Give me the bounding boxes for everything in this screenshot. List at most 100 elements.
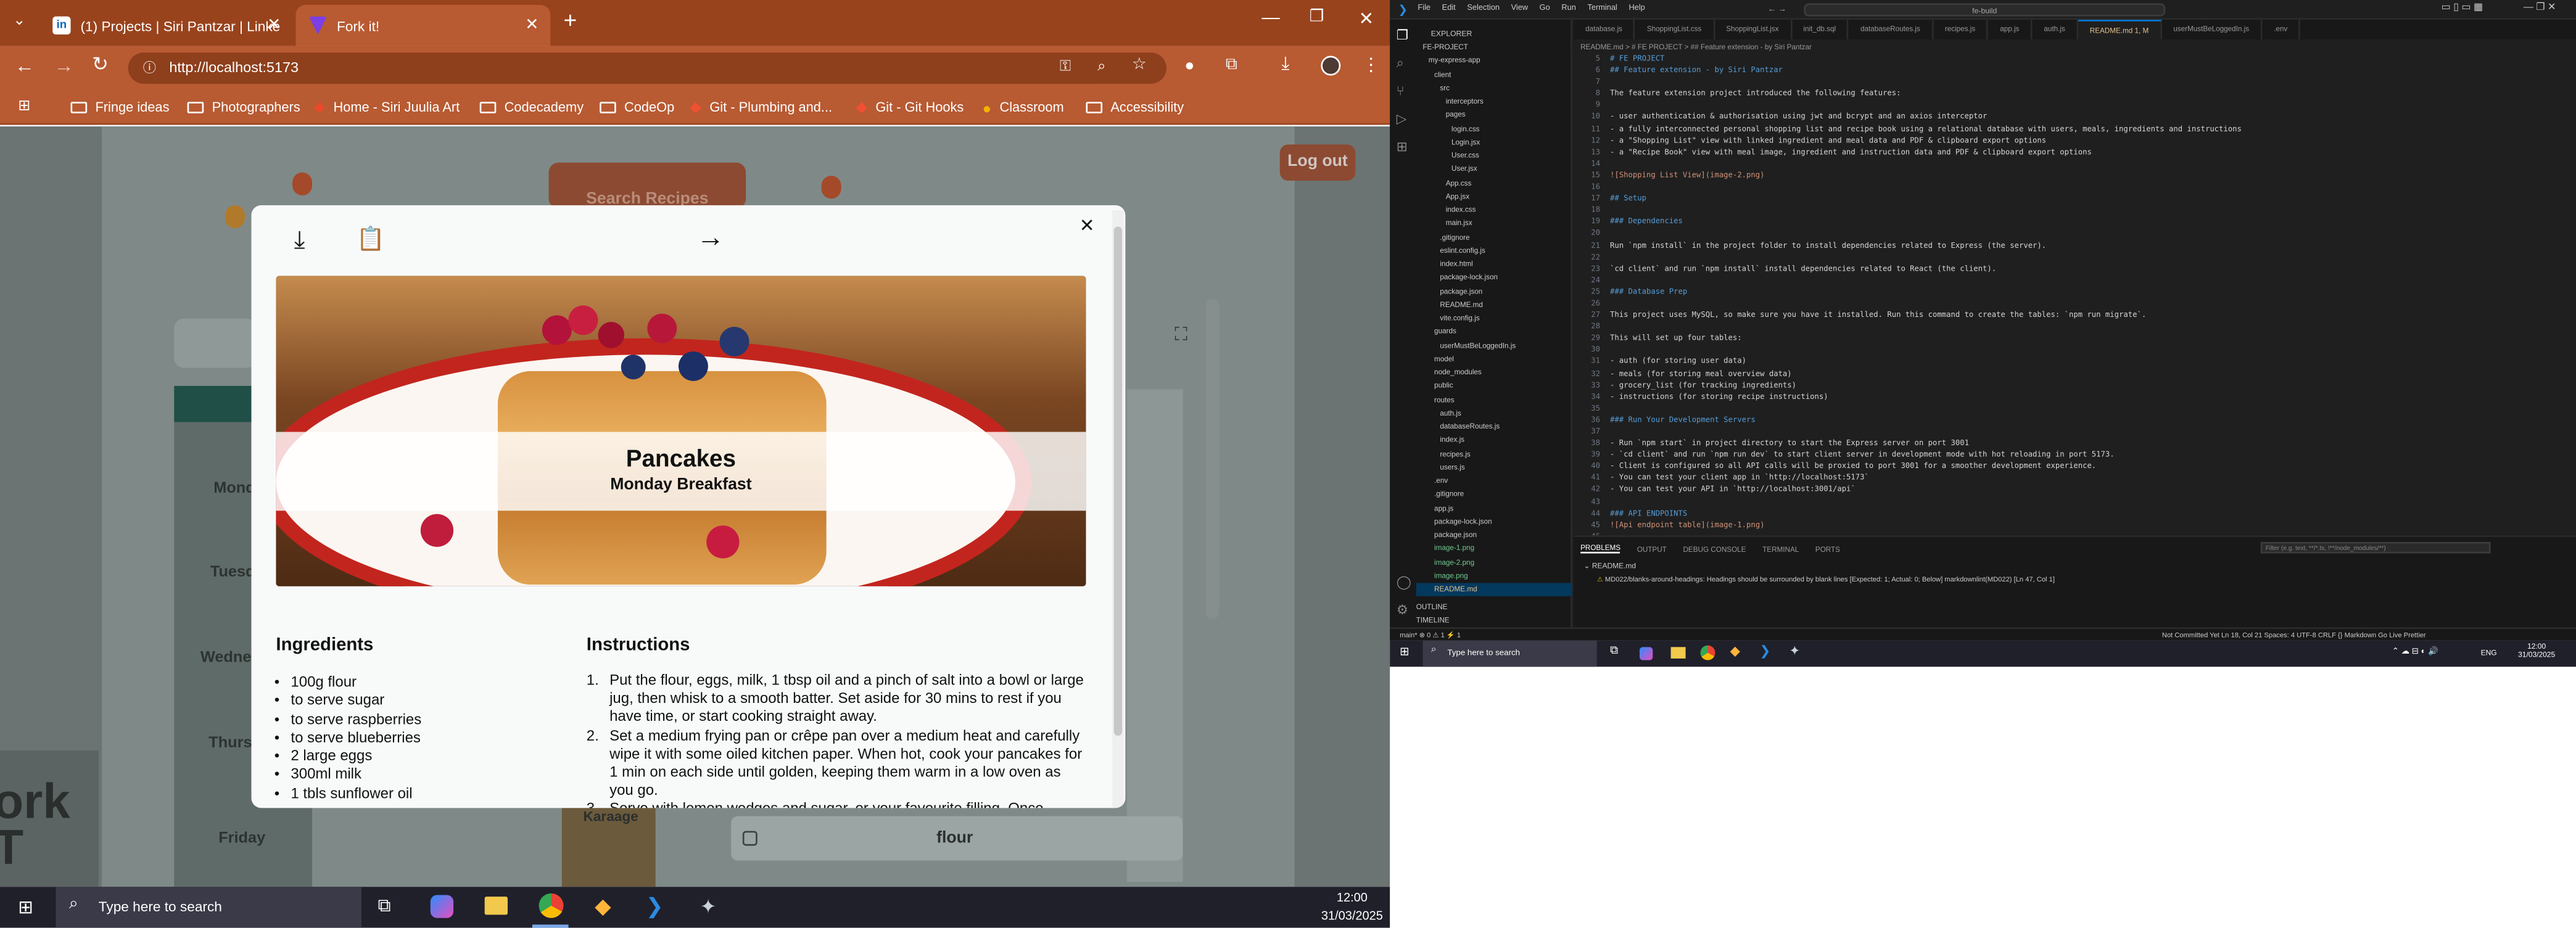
clipboard-icon[interactable]: 📋 [357, 225, 385, 253]
menu-item[interactable]: Selection [1467, 5, 1500, 13]
search-icon[interactable]: ⌕ [1397, 56, 1404, 73]
new-tab-icon[interactable]: + [564, 7, 577, 33]
tree-item[interactable]: client [1416, 68, 1572, 82]
tree-item[interactable]: main.jsx [1416, 217, 1572, 231]
editor-tab[interactable]: ShoppingList.jsx [1715, 19, 1792, 39]
code-line[interactable]: - Client is configured so all API calls … [1610, 462, 2242, 474]
bookmark-codecademy[interactable]: Codecademy [479, 92, 584, 123]
code-line[interactable]: The feature extension project introduced… [1610, 89, 2242, 101]
bookmark-codeop[interactable]: CodeOp [600, 92, 674, 123]
status-left[interactable]: main* ⊗ 0 ⚠ 1 ⚡ 1 [1400, 631, 1461, 641]
tree-item[interactable]: interceptors [1416, 95, 1572, 109]
panel-tab[interactable]: PROBLEMS [1580, 544, 1621, 554]
vscode-icon[interactable]: ❯ [646, 893, 664, 920]
tree-item[interactable]: README.md [1416, 298, 1572, 312]
layout-icons[interactable]: ▭ ▯ ▭ ▦ [2442, 2, 2483, 14]
editor-tab[interactable]: userMustBeLoggedIn.js [2162, 19, 2263, 39]
address-bar[interactable]: ⓘ http://localhost:5173 ⚿ ⌕ ☆ [128, 52, 1166, 84]
tree-item[interactable]: .gitignore [1416, 231, 1572, 244]
reload-icon[interactable]: ↻ [92, 52, 109, 75]
app-icon[interactable]: ✦ [700, 895, 717, 918]
code-line[interactable]: - grocery_list (for tracking ingredients… [1610, 380, 2242, 392]
tree-item[interactable]: auth.js [1416, 407, 1572, 421]
bookmark-classroom[interactable]: ● Classroom [983, 92, 1064, 123]
tree-item[interactable]: src [1416, 81, 1572, 95]
code-line[interactable]: ### Run Your Development Servers [1610, 416, 2242, 427]
tree-item[interactable]: App.css [1416, 176, 1572, 190]
restore-icon[interactable]: ❐ [1310, 8, 1324, 26]
system-tray-icons[interactable]: ⌃ ☁ ⊟ ◐ 🔊 [2392, 647, 2438, 657]
code-line[interactable] [1610, 183, 2242, 194]
bookmark-git-plumbing[interactable]: ◆ Git - Plumbing and... [690, 92, 833, 123]
code-line[interactable] [1610, 345, 2242, 357]
timeline-section[interactable]: TIMELINE [1416, 614, 1572, 627]
tree-item[interactable]: Login.jsx [1416, 136, 1572, 149]
tree-item[interactable]: image.png [1416, 569, 1572, 583]
code-line[interactable]: This will set up four tables: [1610, 334, 2242, 345]
code-line[interactable]: - meals (for storing meal overview data) [1610, 369, 2242, 380]
bookmark-star-icon[interactable]: ☆ [1132, 56, 1147, 74]
account-icon[interactable]: ◯ [1397, 575, 1411, 589]
profile-icon[interactable]: ● [1184, 57, 1194, 75]
menu-item[interactable]: Help [1629, 5, 1645, 13]
tree-item[interactable]: vite.config.js [1416, 312, 1572, 326]
tree-item[interactable]: .gitignore [1416, 488, 1572, 502]
tree-item[interactable]: recipes.js [1416, 448, 1572, 461]
code-line[interactable]: ![Shopping List View](image-2.png) [1610, 171, 2242, 183]
code-line[interactable]: - a fully interconnected personal shoppi… [1610, 124, 2242, 136]
taskbar-clock[interactable]: 12:00 31/03/2025 [2507, 642, 2566, 659]
modal-scrollbar-thumb[interactable] [1113, 226, 1123, 736]
tab-fork-it[interactable]: Fork it! ✕ [295, 4, 551, 46]
explorer-icon[interactable]: ❐ [1397, 28, 1408, 43]
app-icon[interactable]: ✦ [1789, 644, 1800, 659]
ingredient-checkbox[interactable] [742, 831, 758, 846]
tree-item[interactable]: image-1.png [1416, 543, 1572, 556]
close-modal-icon[interactable]: ✕ [1080, 215, 1095, 237]
editor-tab[interactable]: app.js [1989, 19, 2033, 39]
panel-tab[interactable]: TERMINAL [1762, 544, 1799, 552]
code-line[interactable] [1610, 299, 2242, 311]
close-tab-icon[interactable]: ✕ [525, 17, 539, 35]
tree-item[interactable]: pages [1416, 109, 1572, 122]
menu-item[interactable]: Run [1561, 5, 1575, 13]
tree-item[interactable]: public [1416, 380, 1572, 393]
windows-start-icon[interactable]: ⊞ [1400, 646, 1410, 659]
menu-icon[interactable]: ⋮ [1362, 54, 1380, 76]
code-line[interactable]: ![Api endpoint table](image-1.png) [1610, 520, 2242, 532]
logout-button[interactable]: Log out [1279, 144, 1356, 181]
code-line[interactable] [1610, 276, 2242, 287]
tree-item[interactable]: package.json [1416, 529, 1572, 543]
tree-item[interactable]: routes [1416, 393, 1572, 407]
code-line[interactable]: - a "Recipe Book" view with meal image, … [1610, 147, 2242, 159]
run-debug-icon[interactable]: ▷ [1397, 112, 1406, 126]
tree-item[interactable]: userMustBeLoggedIn.js [1416, 339, 1572, 353]
close-window-icon[interactable]: ✕ [1359, 8, 1374, 30]
tree-item[interactable]: users.js [1416, 461, 1572, 475]
task-view-icon[interactable]: ⧉ [378, 897, 391, 918]
code-line[interactable]: - `cd client` and run `npm run dev` to s… [1610, 450, 2242, 462]
code-line[interactable] [1610, 205, 2242, 217]
tree-item[interactable]: README.md [1416, 583, 1572, 597]
tree-item[interactable]: node_modules [1416, 366, 1572, 380]
panel-tab[interactable]: DEBUG CONSOLE [1683, 544, 1746, 552]
tree-item[interactable]: my-express-app [1416, 55, 1572, 68]
code-line[interactable]: ## Setup [1610, 194, 2242, 206]
tree-item[interactable]: package-lock.json [1416, 515, 1572, 529]
code-line[interactable] [1610, 229, 2242, 240]
code-line[interactable] [1610, 159, 2242, 171]
panel-tab[interactable]: OUTPUT [1637, 544, 1667, 552]
editor-tab[interactable]: ShoppingList.css [1635, 19, 1715, 39]
code-line[interactable]: This project uses MySQL, so make sure yo… [1610, 311, 2242, 322]
bookmark-photographers[interactable]: Photographers [187, 92, 300, 123]
code-line[interactable] [1610, 101, 2242, 112]
gear-icon[interactable]: ⚙ [1397, 602, 1408, 617]
file-explorer-icon[interactable] [484, 897, 508, 915]
download-icon[interactable]: ⤓ [1281, 54, 1289, 76]
tree-item[interactable]: eslint.config.js [1416, 244, 1572, 258]
tab-linkedin[interactable]: in (1) Projects | Siri Pantzar | Linke ✕ [39, 5, 292, 46]
panel-tab[interactable]: PORTS [1815, 544, 1840, 552]
taskbar-clock[interactable]: 12:00 31/03/2025 [1315, 890, 1390, 923]
apps-grid-icon[interactable]: ⊞ [18, 97, 30, 115]
bookmark-accessibility[interactable]: Accessibility [1086, 92, 1184, 123]
git-kraken-icon[interactable]: ◆ [1730, 644, 1740, 659]
